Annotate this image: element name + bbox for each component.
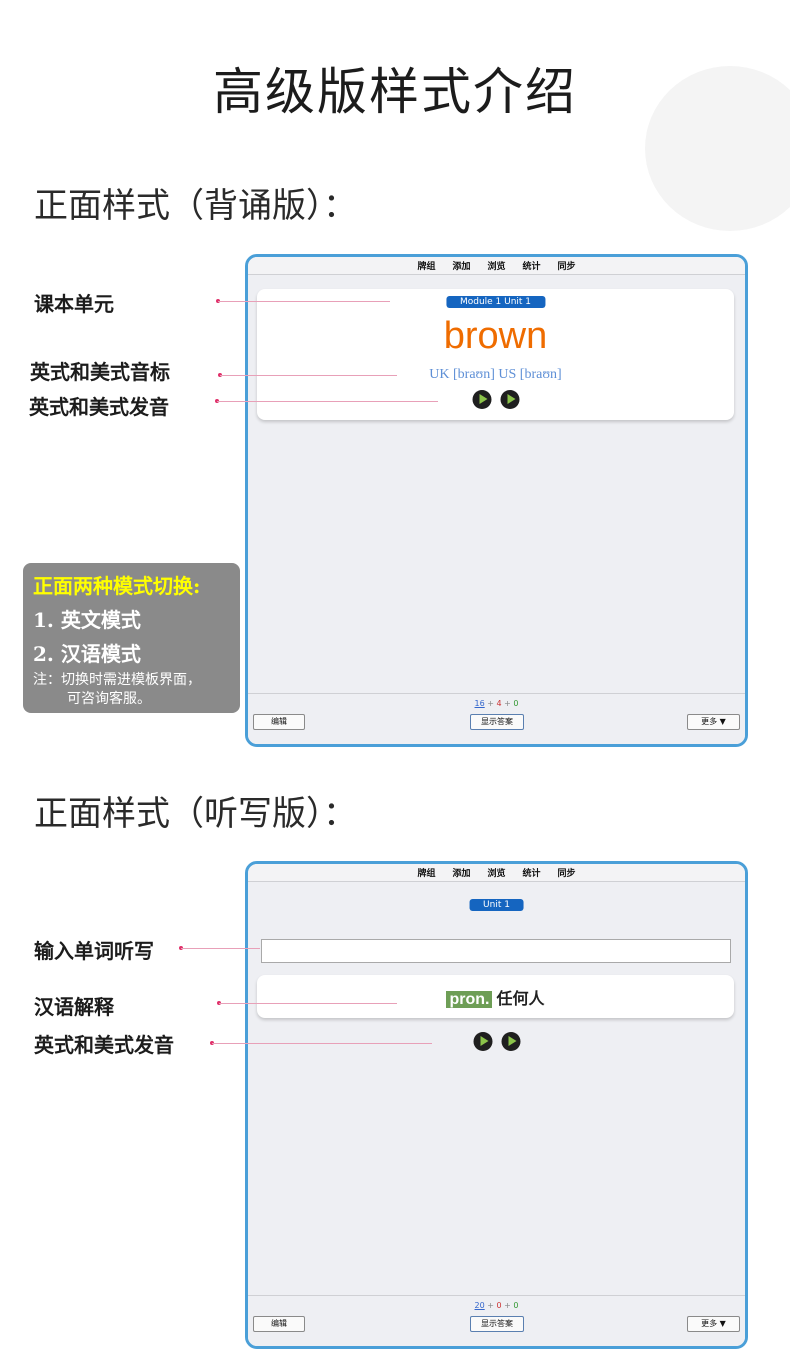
callout-input: 输入单词听写	[34, 939, 154, 963]
note-remark: 注：切换时需进模板界面， 可咨询客服。	[33, 672, 201, 707]
menu-sync[interactable]: 同步	[558, 259, 576, 274]
unit-tag: Module 1 Unit 1	[445, 296, 546, 308]
meaning-card: pron. 任何人	[257, 975, 734, 1018]
leader-line	[217, 401, 438, 402]
count-learn: 4	[496, 699, 502, 708]
mode-switch-note: 正面两种模式切换: 1. 英文模式 2. 汉语模式 注：切换时需进模板界面， 可…	[23, 563, 240, 713]
callout-phonetic: 英式和美式音标	[30, 360, 170, 384]
leader-line	[218, 301, 390, 302]
callout-audio: 英式和美式发音	[29, 395, 169, 419]
callout-meaning: 汉语解释	[34, 995, 114, 1019]
play-us-icon[interactable]	[501, 1032, 520, 1051]
count-new[interactable]: 20	[475, 1301, 485, 1310]
count-due: 0	[513, 699, 519, 708]
menu-add[interactable]: 添加	[452, 259, 470, 274]
more-button[interactable]: 更多 ▼	[687, 1316, 740, 1332]
part-of-speech: pron.	[446, 991, 493, 1008]
unit-tag: Unit 1	[469, 899, 524, 911]
section-title-recite: 正面样式（背诵版）：	[34, 186, 357, 226]
menu-bar: 牌组 添加 浏览 统计 同步	[248, 257, 745, 275]
play-uk-icon[interactable]	[472, 390, 491, 409]
flashcard-window-dictation: 牌组 添加 浏览 统计 同步 Unit 1 pron. 任何人 20 + 0 + …	[245, 861, 748, 1349]
flashcard-window-recite: 牌组 添加 浏览 统计 同步 Module 1 Unit 1 brown UK …	[245, 254, 748, 747]
review-footer: 20 + 0 + 0 编辑 显示答案 更多 ▼	[248, 1295, 745, 1346]
menu-add[interactable]: 添加	[452, 866, 470, 881]
leader-line	[181, 948, 260, 949]
show-answer-button[interactable]: 显示答案	[470, 1316, 524, 1332]
audio-buttons	[473, 1032, 520, 1051]
section-title-dictation: 正面样式（听写版）：	[34, 794, 357, 834]
card-counts: 20 + 0 + 0	[474, 1301, 519, 1310]
review-footer: 16 + 4 + 0 编辑 显示答案 更多 ▼	[248, 693, 745, 744]
count-due: 0	[513, 1301, 519, 1310]
leader-line	[219, 1003, 397, 1004]
leader-line	[220, 375, 397, 376]
menu-browse[interactable]: 浏览	[487, 866, 505, 881]
meaning-row: pron. 任何人	[257, 985, 734, 1009]
menu-stats[interactable]: 统计	[523, 259, 541, 274]
page-title: 高级版样式介绍	[213, 63, 577, 121]
meaning-text: 任何人	[496, 989, 545, 1008]
menu-stats[interactable]: 统计	[523, 866, 541, 881]
callout-audio: 英式和美式发音	[34, 1033, 174, 1057]
play-uk-icon[interactable]	[473, 1032, 492, 1051]
count-learn: 0	[496, 1301, 502, 1310]
leader-line	[212, 1043, 432, 1044]
note-title: 正面两种模式切换:	[33, 574, 201, 598]
vocab-word: brown	[443, 315, 548, 357]
count-new[interactable]: 16	[475, 699, 485, 708]
dictation-input[interactable]	[261, 939, 731, 963]
audio-buttons	[472, 390, 519, 409]
card-counts: 16 + 4 + 0	[474, 699, 519, 708]
menu-decks[interactable]: 牌组	[417, 866, 435, 881]
more-button[interactable]: 更多 ▼	[687, 714, 740, 730]
menu-browse[interactable]: 浏览	[487, 259, 505, 274]
play-us-icon[interactable]	[500, 390, 519, 409]
edit-button[interactable]: 编辑	[253, 1316, 305, 1332]
callout-unit: 课本单元	[34, 292, 114, 316]
note-item-english: 1. 英文模式	[33, 608, 141, 632]
edit-button[interactable]: 编辑	[253, 714, 305, 730]
menu-bar: 牌组 添加 浏览 统计 同步	[248, 864, 745, 882]
note-item-chinese: 2. 汉语模式	[33, 642, 141, 666]
show-answer-button[interactable]: 显示答案	[470, 714, 524, 730]
menu-sync[interactable]: 同步	[558, 866, 576, 881]
menu-decks[interactable]: 牌组	[417, 259, 435, 274]
